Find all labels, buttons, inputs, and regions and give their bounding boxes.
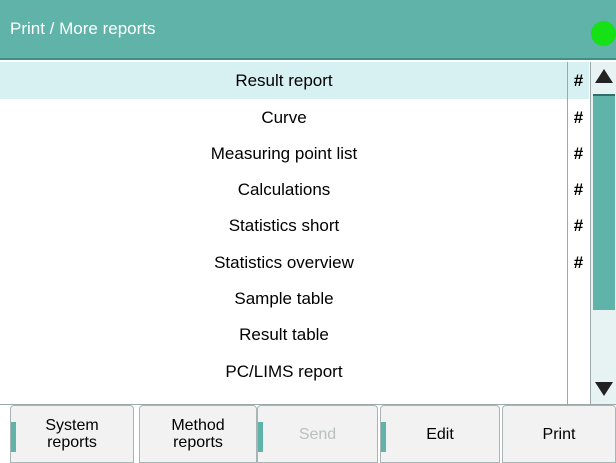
selected-mark: # (573, 180, 584, 199)
selected-mark: # (573, 71, 584, 90)
selected-mark: # (573, 216, 584, 235)
title-bar: Print / More reports (0, 0, 616, 60)
column-divider (567, 62, 568, 404)
list-item-label: Statistics overview (214, 253, 354, 272)
list-item-label: Curve (261, 108, 307, 127)
print-button[interactable]: Print (502, 405, 616, 463)
list-item-label: Result table (239, 325, 329, 344)
list-item-statistics-overview[interactable]: Statistics overview # (0, 244, 589, 281)
selected-mark (568, 280, 589, 317)
edit-button[interactable]: Edit (380, 405, 500, 463)
list-item-sample-table[interactable]: Sample table (0, 280, 589, 317)
selected-mark: # (573, 253, 584, 272)
button-label: Edit (426, 425, 454, 443)
selected-mark (568, 316, 589, 353)
selected-mark (568, 353, 589, 390)
list-item-label: Measuring point list (210, 144, 358, 163)
selected-mark: # (573, 108, 584, 127)
status-indicator-icon (591, 21, 616, 46)
scrollbar-track[interactable] (593, 310, 615, 372)
system-reports-button[interactable]: System reports (10, 405, 134, 463)
list-item-label: Statistics short (228, 216, 340, 235)
button-label: Send (298, 425, 337, 443)
list-item-statistics-short[interactable]: Statistics short # (0, 207, 589, 244)
list-item-result-report[interactable]: Result report # (0, 62, 589, 99)
report-list: Result report # Curve # Measuring point … (0, 62, 589, 404)
button-accent (258, 422, 263, 452)
scrollbar-thumb[interactable] (593, 94, 615, 310)
selected-mark: # (573, 144, 584, 163)
send-button[interactable]: Send (257, 405, 378, 463)
list-item-measuring-point-list[interactable]: Measuring point list # (0, 135, 589, 172)
method-reports-button[interactable]: Method reports (139, 405, 257, 463)
list-item-label: Result report (235, 71, 333, 90)
list-item-curve[interactable]: Curve # (0, 99, 589, 136)
page-title: Print / More reports (10, 19, 156, 38)
list-item-label: Sample table (234, 289, 334, 308)
list-item-label: Calculations (237, 180, 331, 199)
scrollbar[interactable] (590, 62, 616, 404)
button-accent (381, 422, 386, 452)
button-label: Method reports (171, 417, 225, 451)
button-accent (11, 422, 16, 452)
list-item-label: PC/LIMS report (225, 362, 343, 381)
list-item-pc-lims-report[interactable]: PC/LIMS report (0, 353, 589, 390)
triangle-up-icon[interactable] (591, 62, 616, 90)
button-label: System reports (45, 417, 99, 451)
button-label: Print (542, 425, 576, 443)
list-item-calculations[interactable]: Calculations # (0, 171, 589, 208)
triangle-down-icon[interactable] (591, 374, 616, 404)
list-item-result-table[interactable]: Result table (0, 316, 589, 353)
